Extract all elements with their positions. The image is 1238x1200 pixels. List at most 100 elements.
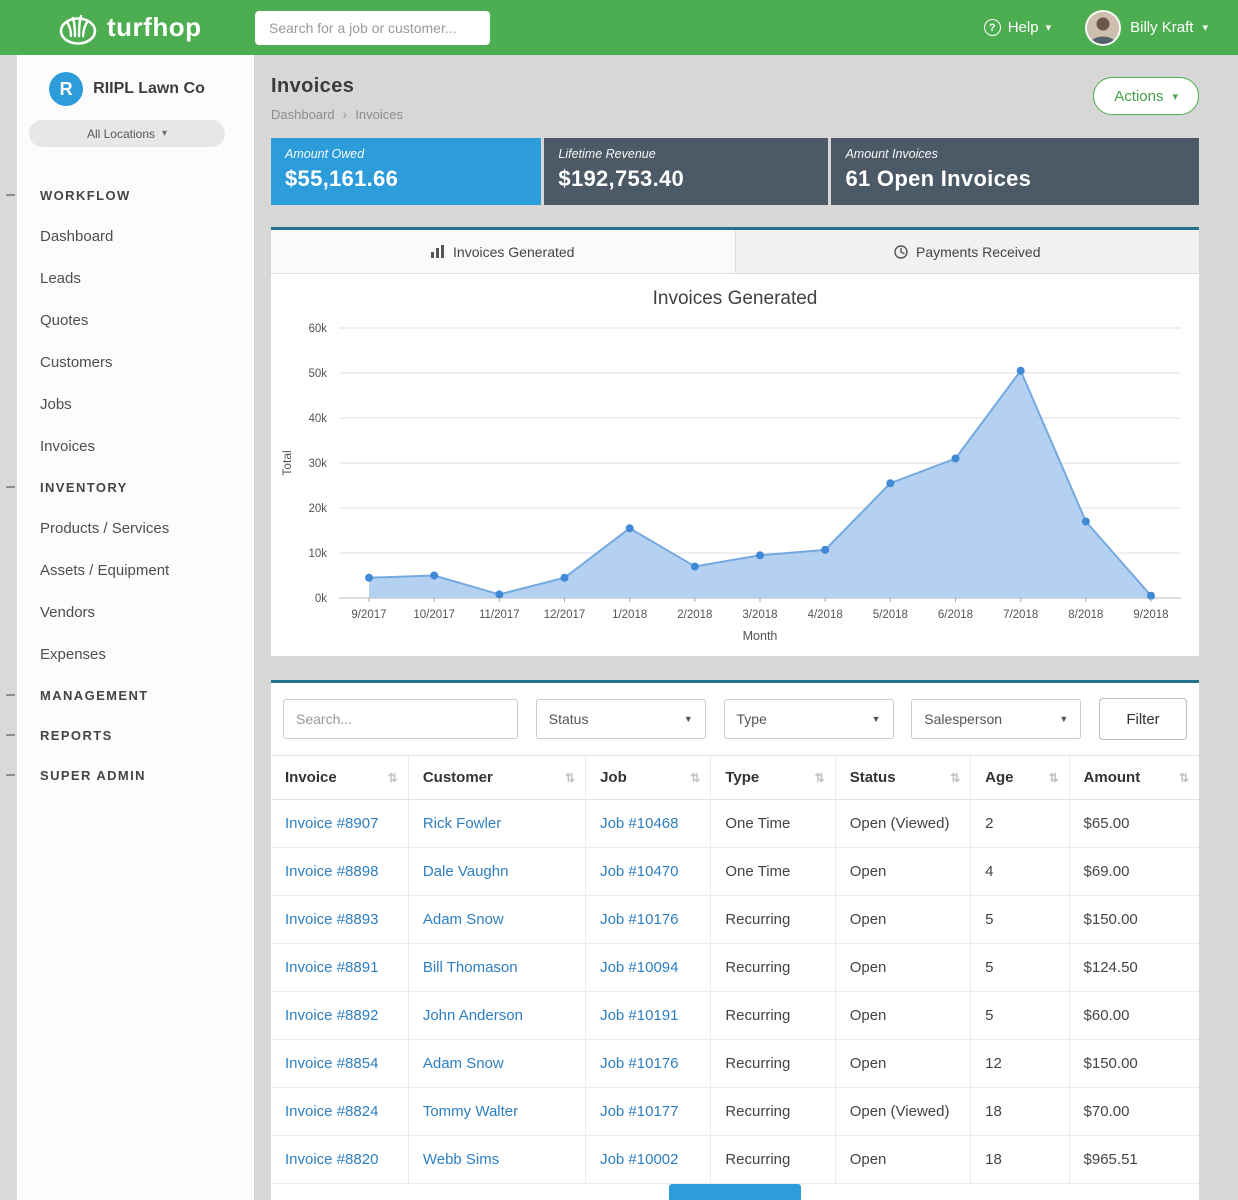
status-cell: Open: [850, 1151, 887, 1168]
job-link[interactable]: Job #10470: [600, 863, 678, 880]
sort-icon[interactable]: ⇅: [690, 771, 700, 785]
sidebar-item-quotes[interactable]: Quotes: [0, 299, 254, 341]
sort-icon[interactable]: ⇅: [565, 771, 575, 785]
type-select[interactable]: Type ▼: [724, 699, 894, 739]
job-link[interactable]: Job #10177: [600, 1103, 678, 1120]
customer-link[interactable]: Dale Vaughn: [423, 863, 509, 880]
global-search-input[interactable]: [255, 11, 490, 45]
tab-label: Invoices Generated: [453, 244, 574, 260]
customer-link[interactable]: Tommy Walter: [423, 1103, 518, 1120]
job-link[interactable]: Job #10176: [600, 1055, 678, 1072]
sort-icon[interactable]: ⇅: [815, 771, 825, 785]
sidebar-item-leads[interactable]: Leads: [0, 257, 254, 299]
sidebar-section-reports[interactable]: REPORTS: [0, 715, 254, 755]
job-link[interactable]: Job #10094: [600, 959, 678, 976]
filter-button[interactable]: Filter: [1099, 698, 1187, 740]
job-link[interactable]: Job #10468: [600, 815, 678, 832]
age-cell: 5: [985, 911, 993, 928]
section-collapse-icon: [6, 694, 15, 696]
customer-link[interactable]: Webb Sims: [423, 1151, 499, 1168]
type-select-value: Type: [737, 711, 767, 727]
customer-link[interactable]: Rick Fowler: [423, 815, 501, 832]
job-link[interactable]: Job #10191: [600, 1007, 678, 1024]
job-link[interactable]: Job #10002: [600, 1151, 678, 1168]
x-tick-label: 9/2018: [1133, 609, 1168, 621]
y-tick-label: 0k: [315, 593, 327, 605]
customer-link[interactable]: Adam Snow: [423, 1055, 504, 1072]
age-cell: 4: [985, 863, 993, 880]
type-cell: Recurring: [725, 1055, 790, 1072]
salesperson-select[interactable]: Salesperson ▼: [911, 699, 1081, 739]
sidebar-item-customers[interactable]: Customers: [0, 341, 254, 383]
location-selector[interactable]: All Locations ▾: [29, 120, 225, 147]
invoice-link[interactable]: Invoice #8907: [285, 815, 378, 832]
sidebar-item-expenses[interactable]: Expenses: [0, 633, 254, 675]
column-header-invoice[interactable]: Invoice ⇅: [271, 756, 408, 800]
customer-link[interactable]: John Anderson: [423, 1007, 523, 1024]
help-menu[interactable]: ? Help ▾: [984, 19, 1051, 36]
sort-icon[interactable]: ⇅: [388, 771, 398, 785]
brand[interactable]: turfhop: [0, 11, 255, 45]
table-search-input[interactable]: [283, 699, 518, 739]
invoice-link[interactable]: Invoice #8891: [285, 959, 378, 976]
company-logo: R: [49, 72, 83, 106]
breadcrumb: Dashboard › Invoices: [271, 106, 403, 122]
sidebar-section-super-admin[interactable]: SUPER ADMIN: [0, 755, 254, 795]
sort-icon[interactable]: ⇅: [1179, 771, 1189, 785]
status-cell: Open: [850, 959, 887, 976]
sidebar-item-products-services[interactable]: Products / Services: [0, 507, 254, 549]
column-header-customer[interactable]: Customer⇅: [408, 756, 585, 800]
breadcrumb-dashboard[interactable]: Dashboard: [271, 107, 335, 122]
actions-button[interactable]: Actions ▾: [1093, 77, 1199, 115]
invoice-link[interactable]: Invoice #8893: [285, 911, 378, 928]
select-caret-icon: ▼: [684, 714, 693, 724]
pagination: [271, 1184, 1199, 1200]
column-header-amount[interactable]: Amount⇅: [1069, 756, 1199, 800]
user-menu[interactable]: Billy Kraft ▾: [1085, 10, 1208, 46]
invoice-link[interactable]: Invoice #8892: [285, 1007, 378, 1024]
sidebar-item-dashboard[interactable]: Dashboard: [0, 215, 254, 257]
sidebar-item-vendors[interactable]: Vendors: [0, 591, 254, 633]
tab-payments-received[interactable]: Payments Received: [735, 230, 1200, 273]
sidebar-section-management[interactable]: MANAGEMENT: [0, 675, 254, 715]
chart-point: [430, 572, 438, 580]
chart-point: [495, 590, 503, 598]
sidebar-item-invoices[interactable]: Invoices: [0, 425, 254, 467]
x-tick-label: 12/2017: [544, 609, 586, 621]
sidebar-item-jobs[interactable]: Jobs: [0, 383, 254, 425]
column-header-status[interactable]: Status⇅: [835, 756, 970, 800]
customer-link[interactable]: Adam Snow: [423, 911, 504, 928]
invoices-generated-chart[interactable]: 0k10k20k30k40k50k60k9/201710/201711/2017…: [275, 314, 1195, 650]
stat-value: $192,753.40: [558, 166, 814, 192]
pagination-active-page[interactable]: [669, 1184, 801, 1200]
customer-link[interactable]: Bill Thomason: [423, 959, 518, 976]
help-label: Help: [1008, 19, 1039, 36]
type-cell: One Time: [725, 815, 790, 832]
sidebar-section-label: REPORTS: [40, 728, 113, 743]
sidebar-item-assets-equipment[interactable]: Assets / Equipment: [0, 549, 254, 591]
column-header-job[interactable]: Job⇅: [586, 756, 711, 800]
invoice-link[interactable]: Invoice #8820: [285, 1151, 378, 1168]
x-tick-label: 3/2018: [742, 609, 777, 621]
table-row: Invoice #8820Webb SimsJob #10002Recurrin…: [271, 1136, 1199, 1184]
bar-chart-icon: [431, 245, 445, 258]
column-header-label: Invoice: [285, 769, 337, 786]
status-cell: Open: [850, 1007, 887, 1024]
select-caret-icon: ▼: [1059, 714, 1068, 724]
invoice-link[interactable]: Invoice #8898: [285, 863, 378, 880]
job-link[interactable]: Job #10176: [600, 911, 678, 928]
sort-icon[interactable]: ⇅: [1048, 771, 1058, 785]
invoice-link[interactable]: Invoice #8854: [285, 1055, 378, 1072]
invoice-table-panel: Status ▼ Type ▼ Salesperson ▼ Filter Inv…: [271, 680, 1199, 1200]
invoice-link[interactable]: Invoice #8824: [285, 1103, 378, 1120]
sort-icon[interactable]: ⇅: [950, 771, 960, 785]
chart-panel: Invoices Generated Payments Received Inv…: [271, 227, 1199, 656]
status-select[interactable]: Status ▼: [536, 699, 706, 739]
sidebar-section-inventory[interactable]: INVENTORY: [0, 467, 254, 507]
breadcrumb-invoices: Invoices: [355, 107, 403, 122]
tab-invoices-generated[interactable]: Invoices Generated: [271, 230, 735, 273]
sidebar-section-workflow[interactable]: WORKFLOW: [0, 175, 254, 215]
x-tick-label: 10/2017: [413, 609, 455, 621]
column-header-type[interactable]: Type⇅: [711, 756, 835, 800]
column-header-age[interactable]: Age⇅: [971, 756, 1069, 800]
